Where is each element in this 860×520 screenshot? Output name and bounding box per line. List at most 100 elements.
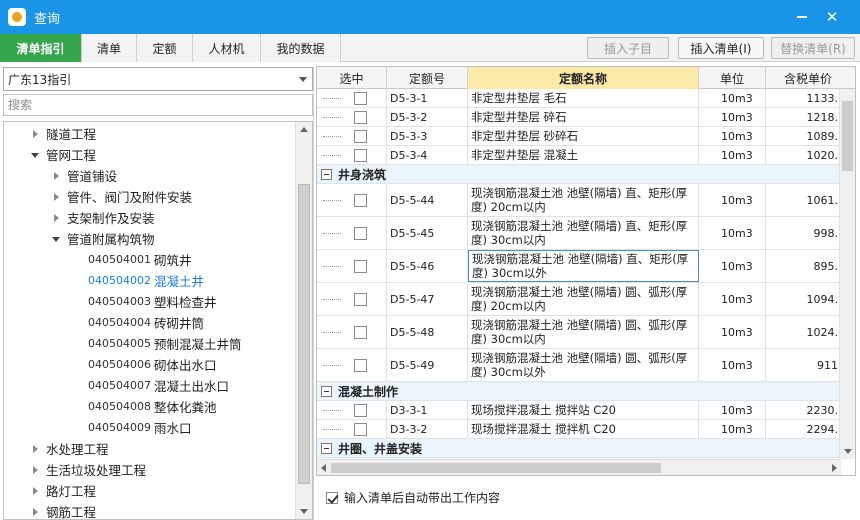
row-checkbox[interactable] xyxy=(354,91,367,105)
tree-item-list[interactable]: 040504007 混凝土出水口 xyxy=(4,375,296,396)
search-input[interactable] xyxy=(3,94,313,116)
close-button[interactable]: ✕ xyxy=(818,0,846,34)
scroll-left-icon[interactable] xyxy=(321,464,326,472)
scroll-up-icon[interactable] xyxy=(300,127,308,132)
app-logo-icon xyxy=(8,8,26,26)
chevron-down-icon xyxy=(299,77,307,82)
tree-item-water-treatment[interactable]: 水处理工程 xyxy=(4,438,296,459)
table-row[interactable]: D5-3-2 非定型井垫层 碎石 10m3 1218. xyxy=(317,108,841,127)
tree-item-list-selected[interactable]: 040504002 混凝土井 xyxy=(4,270,296,291)
collapse-icon[interactable] xyxy=(321,168,332,180)
group-row[interactable]: 井身浇筑 xyxy=(317,165,841,184)
insert-child-button[interactable]: 插入子目 xyxy=(587,37,669,59)
scroll-thumb[interactable] xyxy=(331,463,661,473)
table-row[interactable]: D5-3-1 非定型井垫层 毛石 10m3 1133. xyxy=(317,89,841,108)
row-checkbox[interactable] xyxy=(354,325,367,339)
tree-item-pipe-network[interactable]: 管网工程 xyxy=(4,144,296,165)
scroll-thumb[interactable] xyxy=(298,184,310,484)
row-checkbox[interactable] xyxy=(354,226,367,240)
tab-quota[interactable]: 定额 xyxy=(137,34,193,62)
collapse-icon[interactable] xyxy=(51,234,61,244)
group-row[interactable]: 井圈、井盖安装 xyxy=(317,439,841,458)
col-price[interactable]: 含税单价 xyxy=(766,67,855,89)
grid-horizontal-scrollbar[interactable] xyxy=(317,459,841,475)
table-row[interactable]: D5-3-3 非定型井垫层 砂碎石 10m3 1089. xyxy=(317,127,841,146)
col-code[interactable]: 定额号 xyxy=(387,67,468,89)
title-bar: 查询 ✕ xyxy=(0,0,860,34)
expand-icon[interactable] xyxy=(30,129,40,139)
row-checkbox[interactable] xyxy=(354,292,367,306)
tree-scrollbar[interactable] xyxy=(295,122,312,519)
tree-item-list[interactable]: 040504003 塑料检查井 xyxy=(4,291,296,312)
col-select[interactable]: 选中 xyxy=(317,67,387,89)
row-checkbox[interactable] xyxy=(354,110,367,124)
guide-library-select[interactable]: 广东13指引 xyxy=(3,67,313,91)
replace-list-button[interactable]: 替换清单(R) xyxy=(771,37,855,59)
grid-vertical-scrollbar[interactable] xyxy=(839,89,855,459)
table-row[interactable]: D5-5-49 现浇钢筋混凝土池 池壁(隔墙) 圆、弧形(厚度) 30cm以外 … xyxy=(317,349,841,382)
tree-item-pipe-laying[interactable]: 管道铺设 xyxy=(4,165,296,186)
window-title: 查询 xyxy=(34,11,61,27)
tree-item-tunnel[interactable]: 隧道工程 xyxy=(4,123,296,144)
table-row[interactable]: D5-5-47 现浇钢筋混凝土池 池壁(隔墙) 圆、弧形(厚度) 20cm以内 … xyxy=(317,283,841,316)
row-checkbox[interactable] xyxy=(354,193,367,207)
tree-item-support-fabrication[interactable]: 支架制作及安装 xyxy=(4,207,296,228)
auto-work-content-checkbox[interactable] xyxy=(326,491,338,504)
expand-icon[interactable] xyxy=(30,507,40,517)
collapse-icon[interactable] xyxy=(321,442,332,454)
auto-work-content-label: 输入清单后自动带出工作内容 xyxy=(344,491,501,505)
tree-item-waste-treatment[interactable]: 生活垃圾处理工程 xyxy=(4,459,296,480)
row-checkbox[interactable] xyxy=(354,422,367,436)
col-unit[interactable]: 单位 xyxy=(699,67,766,89)
table-row[interactable]: D3-3-1 现场搅拌混凝土 搅拌站 C20 10m3 2230. xyxy=(317,401,841,420)
tab-my-data[interactable]: 我的数据 xyxy=(261,34,341,62)
table-row[interactable]: D5-3-4 非定型井垫层 混凝土 10m3 1020. xyxy=(317,146,841,165)
expand-icon[interactable] xyxy=(51,171,61,181)
group-row[interactable]: 混凝土制作 xyxy=(317,382,841,401)
row-checkbox[interactable] xyxy=(354,129,367,143)
scroll-right-icon[interactable] xyxy=(832,464,837,472)
tree-item-rebar[interactable]: 钢筋工程 xyxy=(4,501,296,519)
tree-item-list[interactable]: 040504009 雨水口 xyxy=(4,417,296,438)
table-row[interactable]: D5-5-45 现浇钢筋混凝土池 池壁(隔墙) 直、矩形(厚度) 30cm以内 … xyxy=(317,217,841,250)
tab-list-guide[interactable]: 清单指引 xyxy=(0,34,82,62)
expand-icon[interactable] xyxy=(30,486,40,496)
guide-library-value: 广东13指引 xyxy=(8,72,72,87)
auto-work-content-option[interactable]: 输入清单后自动带出工作内容 xyxy=(326,489,500,506)
tree-item-list[interactable]: 040504008 整体化粪池 xyxy=(4,396,296,417)
table-row[interactable]: D5-5-44 现浇钢筋混凝土池 池壁(隔墙) 直、矩形(厚度) 20cm以内 … xyxy=(317,184,841,217)
collapse-icon[interactable] xyxy=(321,385,332,397)
expand-icon[interactable] xyxy=(51,192,61,202)
insert-list-button[interactable]: 插入清单(I) xyxy=(678,37,764,59)
tree-item-list[interactable]: 040504004 砖砌井筒 xyxy=(4,312,296,333)
tree-item-list[interactable]: 040504005 预制混凝土井筒 xyxy=(4,333,296,354)
guide-tree: 隧道工程 管网工程 管道铺设 管件、阀门及附件安装 支架制作及安装 管道附属构筑… xyxy=(3,121,313,520)
tab-labor-material-machine[interactable]: 人材机 xyxy=(193,34,261,62)
row-checkbox[interactable] xyxy=(354,259,367,273)
expand-icon[interactable] xyxy=(51,213,61,223)
table-row[interactable]: D5-5-46 现浇钢筋混凝土池 池壁(隔墙) 直、矩形(厚度) 30cm以外 … xyxy=(317,250,841,283)
expand-icon[interactable] xyxy=(30,444,40,454)
tree-item-pipe-structures[interactable]: 管道附属构筑物 xyxy=(4,228,296,249)
scroll-down-icon[interactable] xyxy=(844,449,852,454)
col-name[interactable]: 定额名称 xyxy=(468,67,699,89)
row-checkbox[interactable] xyxy=(354,403,367,417)
scroll-down-icon[interactable] xyxy=(300,509,308,514)
tree-item-fittings-valves[interactable]: 管件、阀门及附件安装 xyxy=(4,186,296,207)
scroll-thumb[interactable] xyxy=(842,101,853,171)
tree-item-street-lighting[interactable]: 路灯工程 xyxy=(4,480,296,501)
tab-list[interactable]: 清单 xyxy=(82,34,137,62)
grid-header: 选中 定额号 定额名称 单位 含税单价 xyxy=(317,67,855,89)
minimize-icon xyxy=(797,16,807,18)
collapse-icon[interactable] xyxy=(30,150,40,160)
tree-item-list[interactable]: 040504006 砌体出水口 xyxy=(4,354,296,375)
tab-bar: 清单指引 清单 定额 人材机 我的数据 插入子目 插入清单(I) 替换清单(R) xyxy=(0,34,860,62)
table-row[interactable]: D3-3-2 现场搅拌混凝土 搅拌机 C20 10m3 2294. xyxy=(317,420,841,439)
focused-cell[interactable]: 现浇钢筋混凝土池 池壁(隔墙) 直、矩形(厚度) 30cm以外 xyxy=(468,250,699,282)
row-checkbox[interactable] xyxy=(354,358,367,372)
expand-icon[interactable] xyxy=(30,465,40,475)
row-checkbox[interactable] xyxy=(354,148,367,162)
tree-item-list[interactable]: 040504001 砌筑井 xyxy=(4,249,296,270)
minimize-button[interactable] xyxy=(788,0,816,34)
table-row[interactable]: D5-5-48 现浇钢筋混凝土池 池壁(隔墙) 圆、弧形(厚度) 30cm以内 … xyxy=(317,316,841,349)
